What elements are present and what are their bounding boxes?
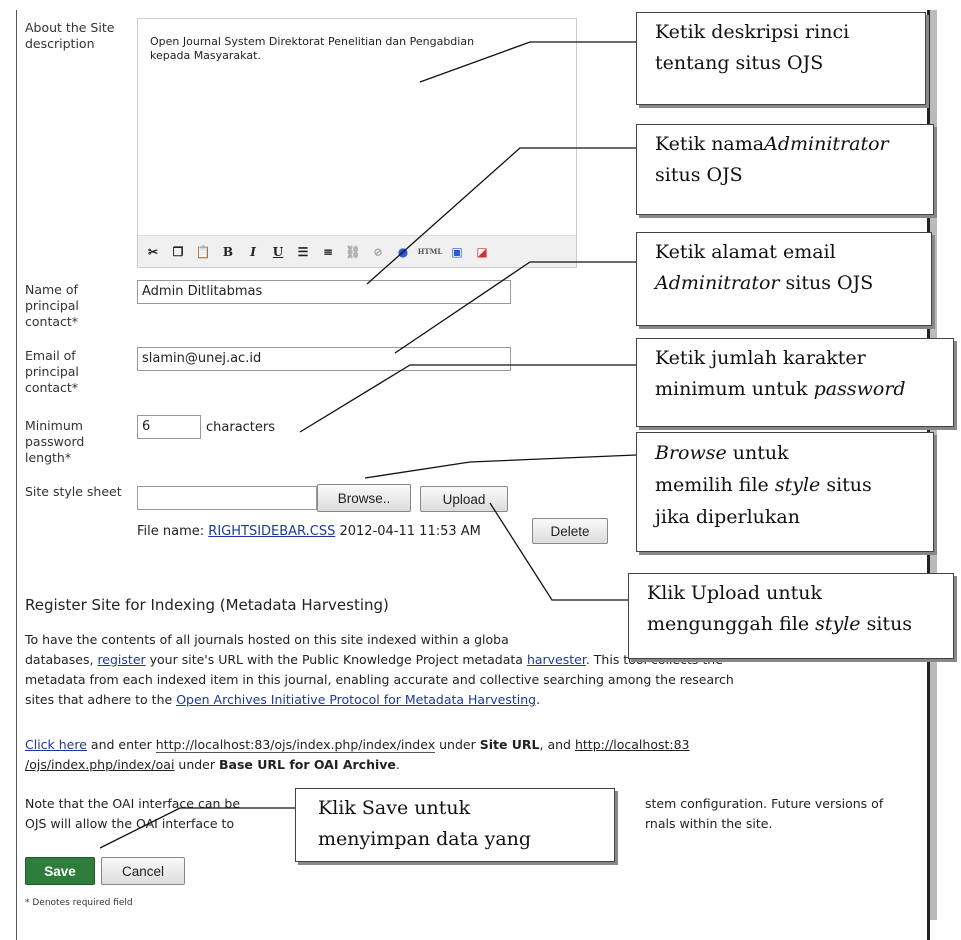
- callout-6-line2: mengunggah file: [647, 613, 810, 635]
- callout-3-line1: Ketik alamat email: [655, 241, 836, 263]
- callout-7-line2: menyimpan data yang: [318, 828, 532, 850]
- connector-6: [489, 502, 628, 601]
- callout-5-em: Browse: [655, 442, 727, 464]
- callout-2-text: Ketik nama: [655, 133, 765, 155]
- connector-4: [299, 364, 636, 433]
- callout-1-line1: Ketik deskripsi rinci: [655, 21, 850, 43]
- callout-3-em: Adminitrator: [655, 272, 780, 294]
- connector-1: [419, 41, 636, 83]
- callout-5-line2b: situs: [826, 474, 872, 496]
- callout-4-em: password: [813, 378, 906, 400]
- callout-5-line2: memilih file: [655, 474, 769, 496]
- callout-save: Klik Save untuk menyimpan data yang: [295, 788, 615, 862]
- callout-5-em2: style: [774, 474, 821, 496]
- callout-3-line2: situs OJS: [785, 272, 874, 294]
- connector-5: [364, 454, 637, 479]
- callout-6-line2b: situs: [866, 613, 913, 635]
- callout-4-line1: Ketik jumlah karakter: [655, 347, 866, 369]
- callout-2-em: Adminitrator: [764, 133, 889, 155]
- callout-admin-email: Ketik alamat email Adminitrator situs OJ…: [636, 232, 932, 326]
- callout-admin-name: Ketik namaAdminitrator situs OJS: [636, 124, 934, 215]
- callout-1-line2: tentang situs OJS: [655, 52, 824, 74]
- connector-3: [394, 261, 636, 354]
- callout-6-line1: Klik Upload untuk: [647, 582, 822, 604]
- callout-upload: Klik Upload untuk mengunggah file style …: [628, 573, 954, 659]
- callout-7-line1: Klik Save untuk: [318, 797, 471, 819]
- callout-5-line1: untuk: [732, 442, 789, 464]
- callout-description: Ketik deskripsi rinci tentang situs OJS: [636, 12, 926, 105]
- connector-7: [99, 807, 295, 849]
- connector-2: [366, 147, 636, 285]
- callout-5-line3: jika diperlukan: [655, 506, 800, 528]
- callout-2-line2: situs OJS: [655, 164, 743, 186]
- callout-min-password: Ketik jumlah karakter minimum untuk pass…: [636, 338, 954, 427]
- callout-6-em: style: [815, 613, 861, 635]
- callout-browse: Browse untuk memilih file style situs ji…: [636, 432, 934, 552]
- callout-4-line2: minimum untuk: [655, 378, 808, 400]
